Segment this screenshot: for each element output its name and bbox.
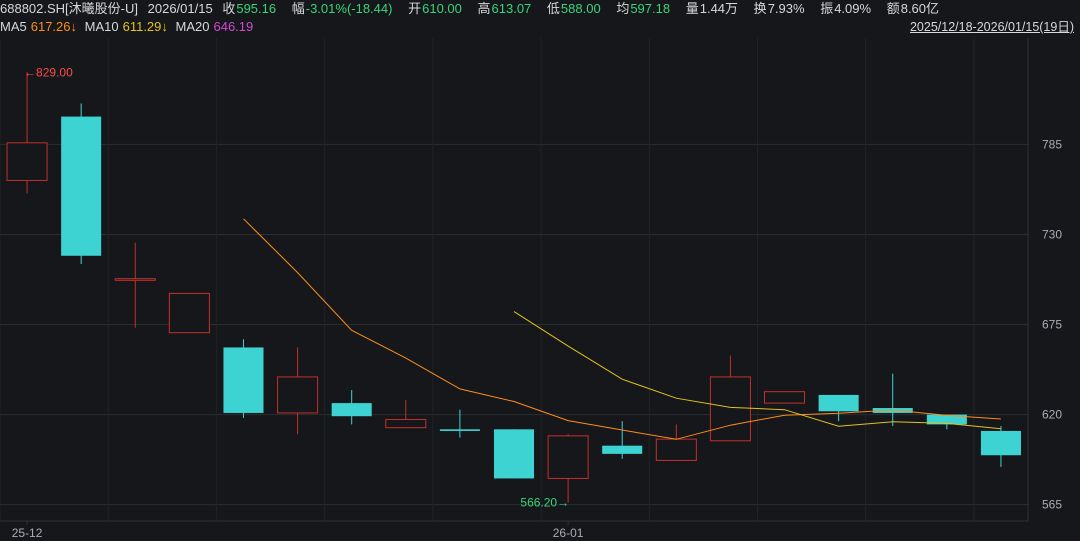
candle-body-down <box>493 429 535 479</box>
candle <box>6 72 48 194</box>
candle-body-down <box>602 445 643 454</box>
candle <box>331 390 372 425</box>
candle-body-down <box>223 347 264 413</box>
candle-body-up <box>547 435 589 479</box>
candle <box>61 103 102 264</box>
candle <box>223 339 264 418</box>
candle-body-down <box>61 116 102 256</box>
candle-body-down <box>818 394 859 412</box>
y-tick-label: 620 <box>1042 408 1062 422</box>
candle <box>764 391 806 404</box>
x-tick-label: 26-01 <box>553 526 584 540</box>
candle <box>980 425 1021 467</box>
candle <box>818 394 859 422</box>
candle <box>114 242 156 328</box>
y-tick-label: 730 <box>1042 227 1062 241</box>
candle-body-up <box>6 142 48 181</box>
high-price-marker: ←829.00 <box>24 65 73 79</box>
x-tick-label: 25-12 <box>12 526 43 540</box>
candle <box>709 355 751 442</box>
x-axis: 25-12 26-01 <box>12 521 584 540</box>
candle <box>277 347 319 435</box>
y-tick-label: 675 <box>1042 318 1062 332</box>
candle <box>547 434 589 503</box>
candle-body-down <box>980 430 1021 456</box>
y-tick-label: 565 <box>1042 498 1062 512</box>
candle <box>168 292 210 334</box>
candle-body-up <box>168 292 210 334</box>
candle-body-up <box>277 376 319 414</box>
candle <box>872 373 913 427</box>
candle-series <box>6 72 1021 503</box>
candle-body-up <box>709 376 751 442</box>
candle <box>385 399 427 429</box>
candle-body-up <box>114 278 156 281</box>
low-price-marker: 566.20→ <box>520 496 569 510</box>
candle-body-down <box>439 429 480 431</box>
candle-body-up <box>764 391 806 404</box>
candle-body-up <box>655 438 697 461</box>
extreme-markers: ←829.00 566.20→ <box>24 65 569 509</box>
candle <box>493 429 535 479</box>
y-tick-label: 785 <box>1042 137 1062 151</box>
y-axis: 785 730 675 620 565 <box>1042 137 1062 511</box>
candle <box>655 424 697 461</box>
candlestick-chart[interactable]: 785 730 675 620 565 25-12 26-01 ←829.00 566.20… <box>0 0 1080 541</box>
candle-body-up <box>385 418 427 429</box>
kline-chart-panel: 688802.SH[沐曦股份-U] 2026/01/15 收595.16 幅-3… <box>0 0 1080 541</box>
candle <box>439 409 480 438</box>
candle-body-down <box>331 403 372 417</box>
candle <box>602 421 643 459</box>
